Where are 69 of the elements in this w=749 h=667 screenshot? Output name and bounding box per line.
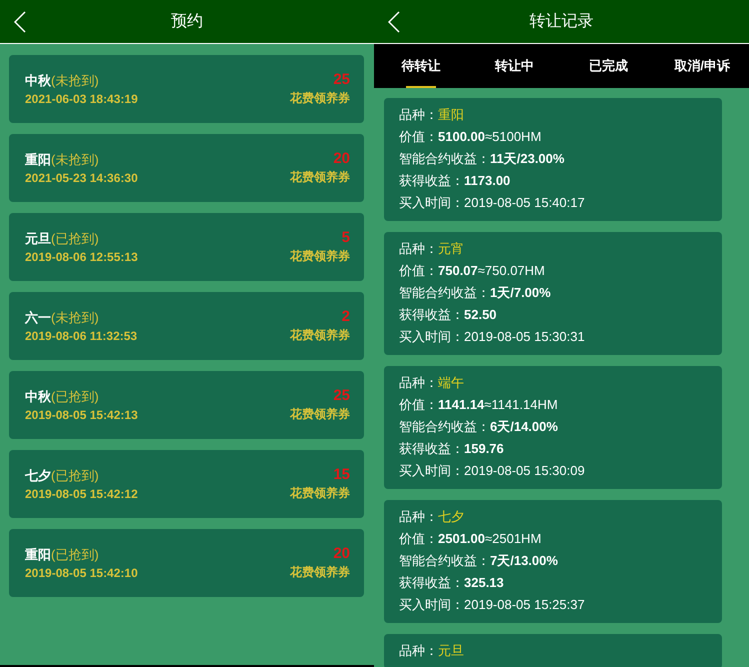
info-line: 获得收益：52.50 xyxy=(399,306,498,324)
info-line: 品种：端午 xyxy=(399,374,465,392)
item-unit: 花费领养券 xyxy=(290,90,350,107)
tab[interactable]: 已完成 xyxy=(562,44,656,88)
info-line: 品种：七夕 xyxy=(399,508,465,526)
page-title: 预约 xyxy=(171,12,203,32)
info-line: 品种：重阳 xyxy=(399,106,465,124)
item-amount: 2 xyxy=(342,308,350,325)
info-line: 价值：2501.00≈2501HM xyxy=(399,530,542,548)
item-name: 七夕(已抢到) xyxy=(25,467,100,485)
item-name: 重阳(未抢到) xyxy=(25,151,100,169)
tab[interactable]: 待转让 xyxy=(374,44,468,88)
item-unit: 花费领养券 xyxy=(290,564,350,581)
item-time: 2019-08-05 15:42:13 xyxy=(25,408,138,422)
info-line: 买入时间：2019-08-05 15:30:09 xyxy=(399,462,586,480)
reservation-card[interactable]: 元旦(已抢到) 2019-08-06 12:55:13 5 花费领养券 xyxy=(9,213,364,281)
info-line: 品种：元旦 xyxy=(399,642,465,660)
item-time: 2021-05-23 14:36:30 xyxy=(25,171,138,185)
info-line: 智能合约收益：1天/7.00% xyxy=(399,284,552,302)
record-card[interactable]: 品种：重阳 价值：5100.00≈5100HM 智能合约收益：11天/23.00% 获得收益：1173.00 买入时间：2019-08-05 15:40:17 xyxy=(384,98,722,221)
item-unit: 花费领养券 xyxy=(290,327,350,344)
item-amount: 20 xyxy=(333,150,350,167)
item-unit: 花费领养券 xyxy=(290,485,350,502)
item-name: 重阳(已抢到) xyxy=(25,546,100,564)
page-title: 转让记录 xyxy=(530,12,594,32)
item-unit: 花费领养券 xyxy=(290,248,350,265)
info-line: 获得收益：1173.00 xyxy=(399,172,512,190)
reservation-card[interactable]: 重阳(未抢到) 2021-05-23 14:36:30 20 花费领养券 xyxy=(9,134,364,202)
info-line: 获得收益：159.76 xyxy=(399,440,505,458)
item-amount: 5 xyxy=(342,229,350,246)
item-time: 2019-08-06 12:55:13 xyxy=(25,250,138,264)
back-icon[interactable] xyxy=(388,11,400,33)
reservation-card[interactable]: 重阳(已抢到) 2019-08-05 15:42:10 20 花费领养券 xyxy=(9,529,364,597)
item-time: 2021-06-03 18:43:19 xyxy=(25,92,138,106)
reservation-card[interactable]: 中秋(已抢到) 2019-08-05 15:42:13 25 花费领养券 xyxy=(9,371,364,439)
info-line: 买入时间：2019-08-05 15:25:37 xyxy=(399,596,586,614)
item-amount: 15 xyxy=(333,466,350,483)
info-line: 获得收益：325.13 xyxy=(399,574,505,592)
item-name: 中秋(未抢到) xyxy=(25,72,100,90)
record-card[interactable]: 品种：元旦 xyxy=(384,634,722,667)
item-unit: 花费领养券 xyxy=(290,406,350,423)
info-line: 智能合约收益：7天/13.00% xyxy=(399,552,559,570)
tab[interactable]: 取消/申诉 xyxy=(655,44,749,88)
reservation-card[interactable]: 六一(未抢到) 2019-08-06 11:32:53 2 花费领养券 xyxy=(9,292,364,360)
info-line: 价值：1141.14≈1141.14HM xyxy=(399,396,559,414)
reservation-card[interactable]: 中秋(未抢到) 2021-06-03 18:43:19 25 花费领养券 xyxy=(9,55,364,123)
item-name: 元旦(已抢到) xyxy=(25,230,100,248)
info-line: 价值：750.07≈750.07HM xyxy=(399,262,546,280)
item-unit: 花费领养券 xyxy=(290,169,350,186)
back-icon[interactable] xyxy=(14,11,26,33)
tab[interactable]: 转让中 xyxy=(468,44,562,88)
item-name: 中秋(已抢到) xyxy=(25,388,100,406)
record-card[interactable]: 品种：元宵 价值：750.07≈750.07HM 智能合约收益：1天/7.00% 获得收益：52.50 买入时间：2019-08-05 15:30:31 xyxy=(384,232,722,355)
item-amount: 25 xyxy=(333,387,350,404)
item-name: 六一(未抢到) xyxy=(25,309,100,327)
info-line: 买入时间：2019-08-05 15:40:17 xyxy=(399,194,586,212)
record-card[interactable]: 品种：端午 价值：1141.14≈1141.14HM 智能合约收益：6天/14.00% 获得收益：159.76 买入时间：2019-08-05 15:30:09 xyxy=(384,366,722,489)
info-line: 价值：5100.00≈5100HM xyxy=(399,128,542,146)
reservation-card[interactable]: 七夕(已抢到) 2019-08-05 15:42:12 15 花费领养券 xyxy=(9,450,364,518)
info-line: 智能合约收益：6天/14.00% xyxy=(399,418,559,436)
item-time: 2019-08-05 15:42:12 xyxy=(25,487,138,501)
record-card[interactable]: 品种：七夕 价值：2501.00≈2501HM 智能合约收益：7天/13.00% 获得收益：325.13 买入时间：2019-08-05 15:25:37 xyxy=(384,500,722,623)
item-amount: 25 xyxy=(333,71,350,88)
item-amount: 20 xyxy=(333,545,350,562)
info-line: 智能合约收益：11天/23.00% xyxy=(399,150,566,168)
info-line: 买入时间：2019-08-05 15:30:31 xyxy=(399,328,586,346)
item-time: 2019-08-05 15:42:10 xyxy=(25,566,138,580)
item-time: 2019-08-06 11:32:53 xyxy=(25,329,138,343)
info-line: 品种：元宵 xyxy=(399,240,465,258)
